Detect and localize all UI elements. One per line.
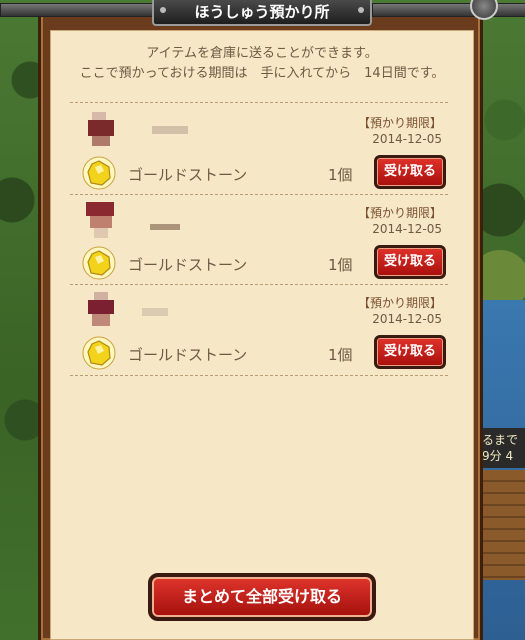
item-name: ゴールドストーン [128, 346, 248, 364]
deadline-date: 2014-12-05 [372, 312, 442, 326]
sender-avatar [84, 202, 118, 238]
intro-text: アイテムを倉庫に送ることができます。 ここで預かっておける期間は 手に入れてから… [50, 44, 474, 84]
deadline-label: 【預かり期限】 [357, 116, 442, 130]
deadline-date: 2014-12-05 [372, 222, 442, 236]
row-divider [70, 284, 448, 285]
stored-item-row: 【預かり期限】 2014-12-05 ゴールドストーン 1個 受け取る [70, 196, 448, 284]
deadline-label: 【預かり期限】 [357, 206, 442, 220]
item-quantity: 1個 [328, 256, 353, 274]
sender-name-pixelated [152, 126, 188, 134]
sender-name-pixelated [150, 224, 180, 230]
receive-button[interactable]: 受け取る [374, 245, 446, 279]
intro-line1: アイテムを倉庫に送ることができます。 [146, 46, 378, 61]
item-name: ゴールドストーン [128, 256, 248, 274]
item-quantity: 1個 [328, 166, 353, 184]
row-divider [70, 194, 448, 195]
item-name: ゴールドストーン [128, 166, 248, 184]
frame-rod-left [0, 3, 154, 17]
stored-item-row: 【預かり期限】 2014-12-05 ゴールドストーン 1個 受け取る [70, 106, 448, 194]
dialog-title: ほうしゅう預かり所 [152, 0, 372, 26]
row-divider [70, 375, 448, 376]
sender-avatar [84, 112, 118, 148]
sender-name-pixelated [142, 308, 168, 316]
receive-button[interactable]: 受け取る [374, 335, 446, 369]
map-sign-line2: 9分 4 [482, 449, 514, 463]
deadline-date: 2014-12-05 [372, 132, 442, 146]
stored-item-row: 【預かり期限】 2014-12-05 ゴールドストーン 1個 受け取る [70, 286, 448, 374]
map-sign-text: るまで 9分 4 [482, 432, 518, 464]
gold-stone-icon [82, 336, 116, 370]
intro-line2: ここで預かっておける期間は 手に入れてから 14日間です。 [79, 66, 445, 81]
gold-stone-icon [82, 246, 116, 280]
map-sign-line1: るまで [482, 433, 519, 447]
deadline-label: 【預かり期限】 [357, 296, 442, 310]
row-divider [70, 102, 448, 103]
gold-stone-icon [82, 156, 116, 190]
item-quantity: 1個 [328, 346, 353, 364]
receive-all-button[interactable]: まとめて全部受け取る [148, 573, 376, 621]
sender-avatar [84, 292, 118, 328]
receive-button[interactable]: 受け取る [374, 155, 446, 189]
wooden-dock [478, 470, 525, 580]
frame-rod-right [372, 3, 525, 17]
